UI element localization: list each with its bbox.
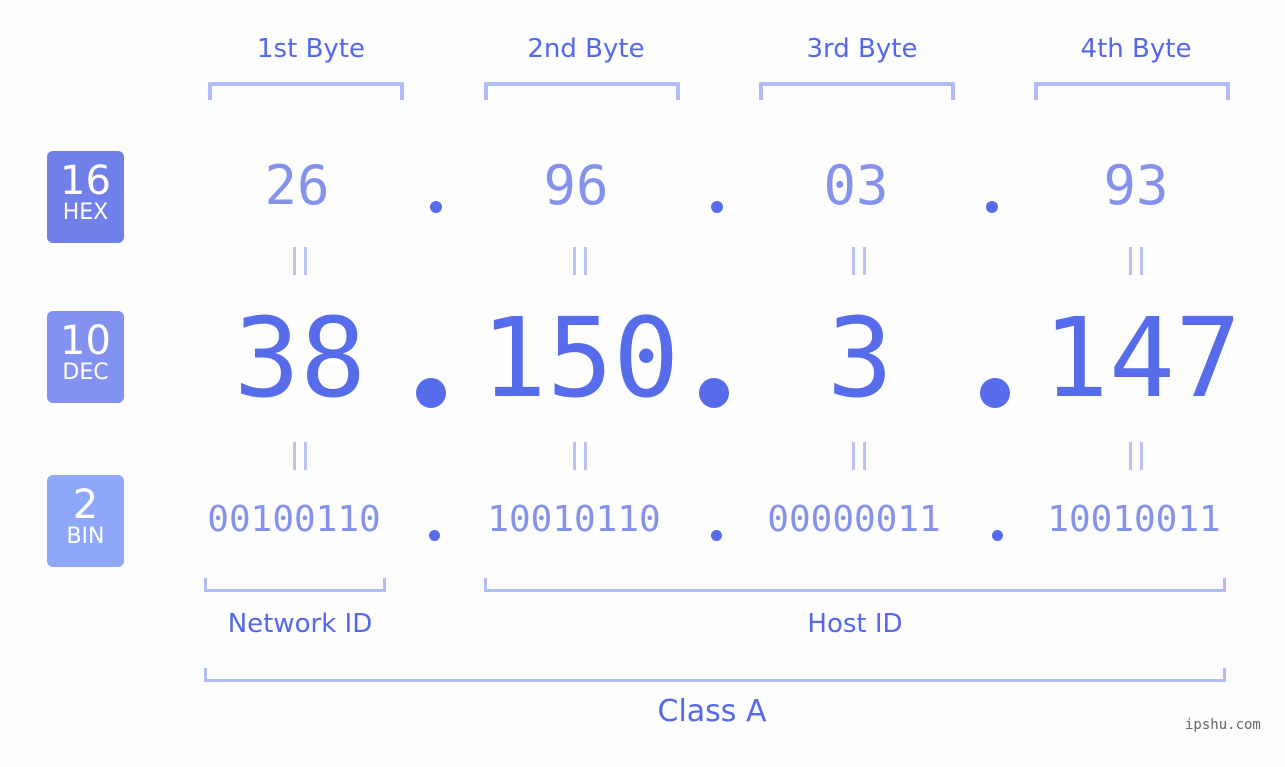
bin-byte-4: 10010011 [1047,499,1221,540]
equals-sign [293,442,307,470]
badge-dec-base: 10 [60,318,111,364]
bin-byte-2: 10010110 [487,499,661,540]
badge-bin: 2 BIN [47,475,124,567]
badge-hex: 16 HEX [47,151,124,243]
header-byte-1: 1st Byte [257,34,365,64]
bracket-byte-4 [1034,82,1230,100]
host-id-bracket [484,578,1226,592]
equals-sign [1129,442,1143,470]
badge-dec-label: DEC [62,360,109,385]
dec-byte-4: 147 [1042,294,1242,422]
hex-byte-2: 96 [543,154,609,217]
dec-dot [699,378,729,408]
hex-dot [711,201,723,213]
bracket-byte-1 [208,82,404,100]
dec-dot [416,378,446,408]
bin-byte-1: 00100110 [207,499,381,540]
dec-byte-1: 38 [233,294,367,422]
network-id-label: Network ID [227,609,373,639]
hex-byte-3: 03 [823,154,889,217]
equals-sign [852,247,866,275]
badge-hex-label: HEX [62,200,109,225]
badge-hex-base: 16 [60,158,111,204]
bracket-byte-2 [484,82,680,100]
class-bracket [204,668,1226,682]
network-id-bracket [204,578,386,592]
hex-byte-1: 26 [264,154,330,217]
equals-sign [852,442,866,470]
watermark: ipshu.com [1185,717,1261,733]
bin-dot [711,530,722,541]
equals-sign [1129,247,1143,275]
bracket-byte-3 [759,82,955,100]
bin-byte-3: 00000011 [767,499,941,540]
hex-dot [430,201,442,213]
dec-dot [980,378,1010,408]
badge-bin-base: 2 [72,482,99,528]
badge-bin-label: BIN [66,524,105,549]
bin-dot [429,530,440,541]
bin-dot [992,530,1003,541]
equals-sign [293,247,307,275]
host-id-label: Host ID [807,609,903,639]
header-byte-4: 4th Byte [1080,34,1192,64]
class-label: Class A [657,694,767,729]
dec-byte-2: 150 [480,294,680,422]
header-byte-2: 2nd Byte [527,34,645,64]
dec-byte-3: 3 [826,294,894,422]
equals-sign [573,247,587,275]
badge-dec: 10 DEC [47,311,124,403]
header-byte-3: 3rd Byte [806,34,918,64]
hex-dot [986,201,998,213]
equals-sign [573,442,587,470]
hex-byte-4: 93 [1103,154,1169,217]
